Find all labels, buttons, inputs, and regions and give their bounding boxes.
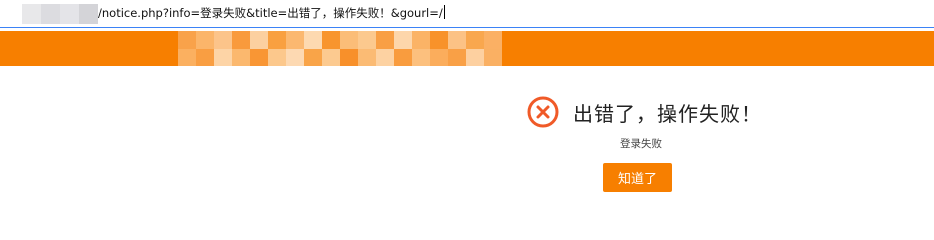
acknowledge-button[interactable]: 知道了 [603, 163, 672, 192]
notice-heading: 出错了，操作失败！ [527, 96, 762, 128]
site-header [0, 31, 934, 97]
text-caret [443, 5, 445, 19]
url-text[interactable]: /notice.php?info=登录失败&title=出错了，操作失败！&go… [98, 5, 445, 21]
pixelated-logo [178, 31, 502, 66]
logo-underline [178, 93, 502, 97]
blurred-url-prefix [22, 4, 98, 24]
notice-info: 登录失败 [620, 138, 662, 150]
error-circle-x-icon [527, 96, 559, 128]
address-bar[interactable]: /notice.php?info=登录失败&title=出错了，操作失败！&go… [0, 0, 934, 28]
url-value: /notice.php?info=登录失败&title=出错了，操作失败！&go… [98, 6, 443, 20]
notice-title: 出错了，操作失败！ [573, 101, 762, 126]
